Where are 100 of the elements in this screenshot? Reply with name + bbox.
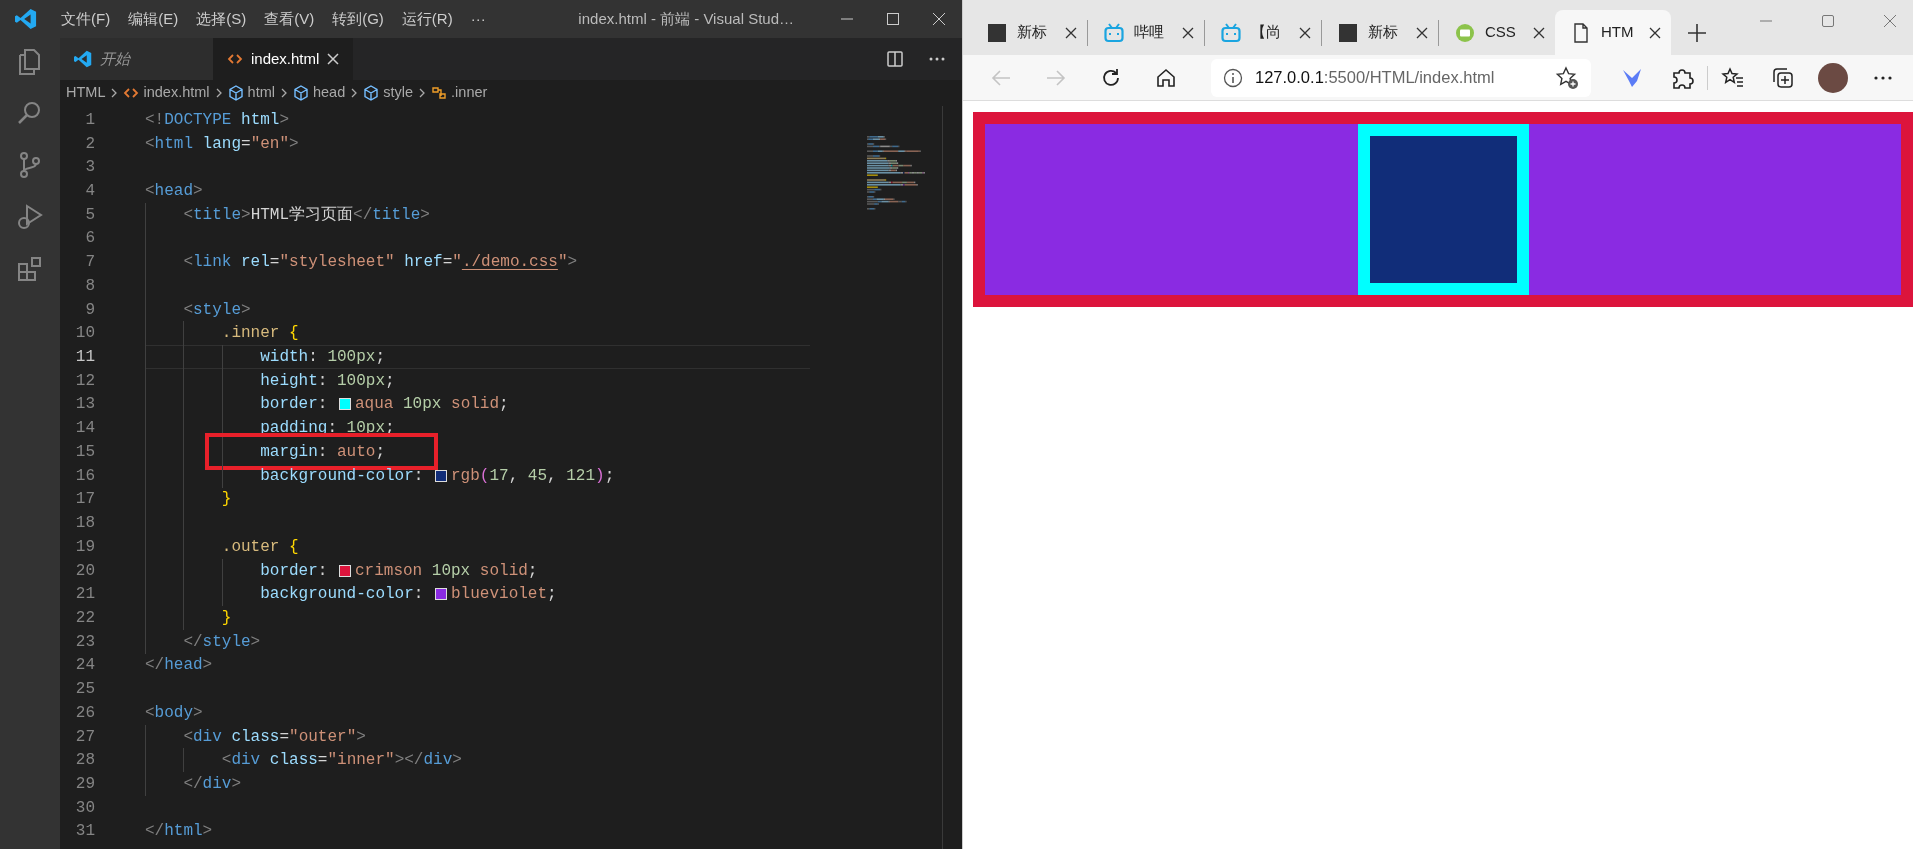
line-number: 28 xyxy=(74,750,95,772)
code-line: <head> xyxy=(145,181,203,202)
code-line: <title>HTML学习页面</title> xyxy=(183,204,430,226)
code-line: </head> xyxy=(145,655,213,677)
code-line: margin: auto; xyxy=(260,441,385,463)
close-icon[interactable] xyxy=(1065,26,1077,39)
close-icon[interactable] xyxy=(1416,26,1428,39)
code-line: } xyxy=(221,607,232,629)
line-number: 5 xyxy=(84,204,95,226)
code-line: <html lang="en"> xyxy=(145,133,299,155)
code-text: background-color: xyxy=(260,584,425,606)
code-line: <body> xyxy=(145,702,203,724)
vscode-logo-icon xyxy=(74,50,92,68)
browser-tab[interactable]: CSS xyxy=(1439,10,1555,55)
close-icon[interactable] xyxy=(1182,26,1194,39)
line-number: 27 xyxy=(74,726,95,748)
code-text: crimson 10px solid; xyxy=(355,560,538,582)
browser-tab[interactable]: 新标 xyxy=(1322,10,1438,55)
line-number: 2 xyxy=(84,133,95,155)
code-text: aqua 10px solid; xyxy=(355,394,509,416)
breadcrumb-item[interactable]: head xyxy=(313,82,346,104)
browser-tab[interactable]: HTM xyxy=(1555,10,1671,55)
symbol-icon xyxy=(431,85,448,101)
menu-item[interactable]: 转到(G) xyxy=(323,7,393,31)
favorites-icon[interactable] xyxy=(1721,65,1745,90)
line-number: 23 xyxy=(74,631,95,653)
close-icon[interactable] xyxy=(1533,26,1545,39)
line-number: 6 xyxy=(84,228,95,250)
code-line: height: 100px; xyxy=(260,370,395,392)
info-icon[interactable] xyxy=(1223,67,1243,88)
breadcrumb-item[interactable]: .inner xyxy=(451,82,488,104)
circle-icon xyxy=(1455,22,1475,43)
code-line: width: 100px; xyxy=(260,347,386,369)
menu-item[interactable]: 编辑(E) xyxy=(119,7,188,31)
menu-item[interactable]: 查看(V) xyxy=(255,7,324,31)
cube-icon xyxy=(227,85,244,101)
line-number: 20 xyxy=(74,560,95,582)
minimap-drawing[interactable] xyxy=(867,136,927,212)
play-bug-icon[interactable] xyxy=(15,202,45,232)
code-line: .inner { xyxy=(221,323,299,345)
vscode-logo-icon xyxy=(15,8,37,30)
line-number: 21 xyxy=(74,584,95,606)
line-number: 25 xyxy=(74,679,95,701)
code-line: .outer { xyxy=(221,536,299,558)
line-number: 3 xyxy=(84,157,95,179)
menu-item[interactable]: ··· xyxy=(461,7,495,31)
breadcrumb-item[interactable]: HTML xyxy=(66,82,106,104)
address-bar[interactable]: 127.0.0.1:5500/HTML/index.html xyxy=(1211,58,1591,97)
close-icon[interactable] xyxy=(1649,26,1661,39)
split-editor-icon[interactable] xyxy=(886,50,904,68)
line-number: 13 xyxy=(74,394,95,416)
code-line: </html> xyxy=(145,821,213,843)
square-icon xyxy=(987,22,1007,43)
line-number: 1 xyxy=(84,109,95,131)
code-line: <link rel="stylesheet" href="./demo.css"> xyxy=(183,252,578,274)
line-number: 29 xyxy=(74,774,95,795)
editor-tab[interactable]: index.html xyxy=(213,38,354,80)
avatar-icon[interactable] xyxy=(1818,62,1848,93)
plus-icon[interactable] xyxy=(1687,22,1707,43)
line-number: 24 xyxy=(74,655,95,677)
maximize-icon[interactable] xyxy=(886,12,900,26)
maximize-icon[interactable] xyxy=(1821,14,1835,28)
breadcrumb-item[interactable]: index.html xyxy=(143,82,210,104)
close-icon[interactable] xyxy=(1299,26,1311,39)
collections-icon[interactable] xyxy=(1771,65,1795,90)
code-line: <style> xyxy=(183,299,251,321)
line-number: 26 xyxy=(74,702,95,724)
line-number: 4 xyxy=(84,181,95,202)
line-number: 11 xyxy=(74,347,95,369)
breadcrumb-item[interactable]: style xyxy=(383,82,414,104)
square-icon xyxy=(1338,22,1358,43)
code-line: <div class="inner"></div> xyxy=(221,750,462,772)
line-number: 7 xyxy=(84,252,95,274)
code-line: <!DOCTYPE html> xyxy=(145,109,290,131)
line-number: 8 xyxy=(84,275,95,297)
browser-tab[interactable]: 【尚 xyxy=(1205,10,1321,55)
line-number: 12 xyxy=(74,370,95,392)
line-number: 14 xyxy=(74,418,95,440)
cube-icon xyxy=(363,85,380,101)
line-number: 31 xyxy=(74,821,95,843)
line-number: 17 xyxy=(74,489,95,511)
menu-item[interactable]: 选择(S) xyxy=(187,7,256,31)
line-number: 9 xyxy=(84,299,95,321)
menu-item[interactable]: 文件(F) xyxy=(52,7,120,31)
browser-tab[interactable]: 新标 xyxy=(971,10,1087,55)
editor-tab[interactable]: 开始 xyxy=(60,38,213,80)
code-line: </style> xyxy=(183,631,261,653)
breadcrumb-item[interactable]: html xyxy=(247,82,275,104)
window-title: index.html - 前端 - Visual Stud… xyxy=(578,8,794,29)
menu-item[interactable]: 运行(R) xyxy=(392,7,462,31)
page-icon xyxy=(1571,22,1591,43)
browser-tab[interactable]: 哔哩 xyxy=(1088,10,1204,55)
code-line: </div> xyxy=(183,774,241,795)
code-line: } xyxy=(221,489,232,511)
star-add-icon[interactable] xyxy=(1555,65,1579,90)
tv-icon xyxy=(1221,22,1241,43)
line-number: 16 xyxy=(74,465,95,487)
line-number: 10 xyxy=(74,323,95,345)
code-text: blueviolet; xyxy=(451,584,557,606)
home-icon[interactable] xyxy=(1154,66,1177,89)
